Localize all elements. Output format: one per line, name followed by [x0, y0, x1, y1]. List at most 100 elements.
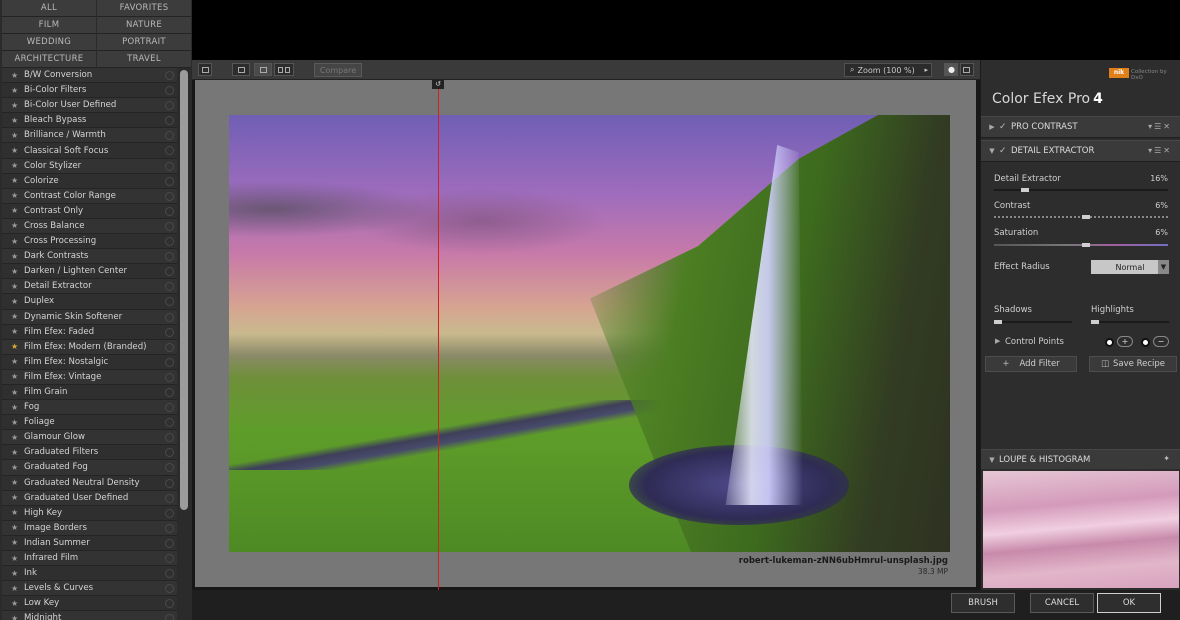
recipe-icon[interactable] — [165, 146, 174, 156]
recipe-icon[interactable] — [165, 312, 174, 322]
star-icon[interactable]: ★ — [11, 327, 21, 336]
star-icon[interactable]: ★ — [11, 463, 21, 472]
star-icon[interactable]: ★ — [11, 252, 21, 261]
brush-button[interactable]: BRUSH — [951, 593, 1015, 613]
recipe-icon[interactable] — [165, 357, 174, 367]
split-view-button[interactable] — [254, 63, 272, 76]
loupe-toggle-button[interactable]: ● — [944, 63, 958, 76]
star-icon[interactable]: ★ — [11, 282, 21, 291]
check-icon[interactable]: ✓ — [999, 146, 1011, 156]
filter-item[interactable]: ★ Dark Contrasts — [2, 249, 177, 265]
star-icon[interactable]: ★ — [11, 372, 21, 381]
slider-thumb[interactable] — [1082, 215, 1090, 219]
star-icon[interactable]: ★ — [11, 146, 21, 155]
side-by-side-view-button[interactable] — [274, 63, 294, 76]
category-travel[interactable]: TRAVEL — [97, 51, 191, 68]
chevron-right-icon[interactable]: ▶ — [995, 337, 1000, 345]
loupe-histogram-header[interactable]: ▼ LOUPE & HISTOGRAM ✦ — [981, 449, 1180, 469]
recipe-icon[interactable] — [165, 71, 174, 80]
check-icon[interactable]: ✓ — [999, 122, 1011, 132]
filter-item[interactable]: ★ Film Efex: Nostalgic — [2, 354, 177, 370]
cancel-button[interactable]: CANCEL — [1030, 593, 1094, 613]
star-icon[interactable]: ★ — [11, 538, 21, 547]
filter-item[interactable]: ★ Film Efex: Faded — [2, 324, 177, 340]
category-film[interactable]: FILM — [2, 17, 96, 34]
filter-item[interactable]: ★ Cross Processing — [2, 234, 177, 250]
category-all[interactable]: ALL — [2, 0, 96, 17]
filter-item[interactable]: ★ B/W Conversion — [2, 68, 177, 84]
add-control-point-button[interactable]: + — [1117, 336, 1133, 347]
star-icon[interactable]: ★ — [11, 554, 21, 563]
star-icon[interactable]: ★ — [11, 599, 21, 608]
filter-item[interactable]: ★ Graduated Filters — [2, 445, 177, 461]
recipe-icon[interactable] — [165, 221, 174, 231]
star-icon[interactable]: ★ — [11, 418, 21, 427]
star-icon[interactable]: ★ — [11, 508, 21, 517]
filter-list-scrollbar[interactable] — [180, 70, 188, 510]
filter-item[interactable]: ★ Film Efex: Modern (Branded) — [2, 339, 177, 355]
star-icon[interactable]: ★ — [11, 342, 21, 351]
effect-radius-select[interactable]: Normal ▼ — [1091, 260, 1169, 274]
recipe-icon[interactable] — [165, 297, 174, 307]
filter-header-pro-contrast[interactable]: ▶ ✓ PRO CONTRAST ▾☰✕ — [981, 116, 1180, 138]
filter-item[interactable]: ★ Bleach Bypass — [2, 113, 177, 129]
single-view-button[interactable] — [232, 63, 250, 76]
background-toggle-button[interactable] — [960, 63, 974, 76]
toggle-sidebar-button[interactable] — [198, 63, 212, 76]
add-filter-button[interactable]: + Add Filter — [985, 356, 1077, 372]
star-icon[interactable]: ★ — [11, 131, 21, 140]
recipe-icon[interactable] — [165, 387, 174, 397]
slider-thumb[interactable] — [1021, 188, 1029, 192]
recipe-icon[interactable] — [165, 448, 174, 458]
shadows-slider[interactable] — [994, 320, 1072, 324]
preview-canvas[interactable]: robert-lukeman-zNN6ubHmrul-unsplash.jpg … — [192, 80, 980, 590]
recipe-icon[interactable] — [165, 554, 174, 563]
filter-item[interactable]: ★ Contrast Only — [2, 203, 177, 219]
recipe-icon[interactable] — [165, 372, 174, 382]
recipe-icon[interactable] — [165, 493, 174, 503]
slider-thumb[interactable] — [1082, 243, 1090, 247]
split-preview-divider[interactable] — [438, 80, 439, 590]
star-icon[interactable]: ★ — [11, 478, 21, 487]
recipe-icon[interactable] — [165, 508, 174, 518]
filter-item[interactable]: ★ Infrared Film — [2, 551, 177, 567]
star-icon[interactable]: ★ — [11, 614, 21, 620]
recipe-icon[interactable] — [165, 478, 174, 488]
filter-item[interactable]: ★ Film Grain — [2, 384, 177, 401]
filter-item[interactable]: ★ Colorize — [2, 173, 177, 189]
filter-item[interactable]: ★ Fog — [2, 400, 177, 416]
star-icon[interactable]: ★ — [11, 116, 21, 125]
filter-item[interactable]: ★ Color Stylizer — [2, 158, 177, 174]
filter-item[interactable]: ★ Film Efex: Vintage — [2, 369, 177, 385]
remove-control-point-button[interactable]: − — [1153, 336, 1169, 347]
recipe-icon[interactable] — [165, 131, 174, 141]
star-icon[interactable]: ★ — [11, 267, 21, 276]
filter-item[interactable]: ★ Duplex — [2, 294, 177, 310]
recipe-icon[interactable] — [165, 614, 174, 620]
category-favorites[interactable]: FAVORITES — [97, 0, 191, 17]
filter-item[interactable]: ★ Ink — [2, 566, 177, 582]
star-icon[interactable]: ★ — [11, 493, 21, 502]
divider-handle-icon[interactable]: ↺ — [432, 80, 444, 89]
recipe-icon[interactable] — [165, 86, 174, 96]
category-wedding[interactable]: WEDDING — [2, 34, 96, 51]
filter-item[interactable]: ★ Image Borders — [2, 520, 177, 536]
compare-button[interactable]: Compare — [314, 63, 362, 77]
recipe-icon[interactable] — [165, 463, 174, 473]
star-icon[interactable]: ★ — [11, 206, 21, 215]
star-icon[interactable]: ★ — [11, 221, 21, 230]
zoom-dropdown[interactable]: ⌕ Zoom (100 %) ▸ — [844, 63, 932, 77]
star-icon[interactable]: ★ — [11, 569, 21, 578]
filter-item[interactable]: ★ Darken / Lighten Center — [2, 264, 177, 280]
filter-item[interactable]: ★ High Key — [2, 505, 177, 521]
star-icon[interactable]: ★ — [11, 161, 21, 170]
recipe-icon[interactable] — [165, 418, 174, 428]
highlights-slider[interactable] — [1091, 320, 1169, 324]
filter-item[interactable]: ★ Graduated Fog — [2, 460, 177, 476]
recipe-icon[interactable] — [165, 538, 174, 548]
ok-button[interactable]: OK — [1097, 593, 1161, 613]
recipe-icon[interactable] — [165, 433, 174, 443]
saturation-slider[interactable] — [994, 243, 1168, 247]
filter-item[interactable]: ★ Low Key — [2, 596, 177, 612]
filter-item[interactable]: ★ Dynamic Skin Softener — [2, 309, 177, 325]
